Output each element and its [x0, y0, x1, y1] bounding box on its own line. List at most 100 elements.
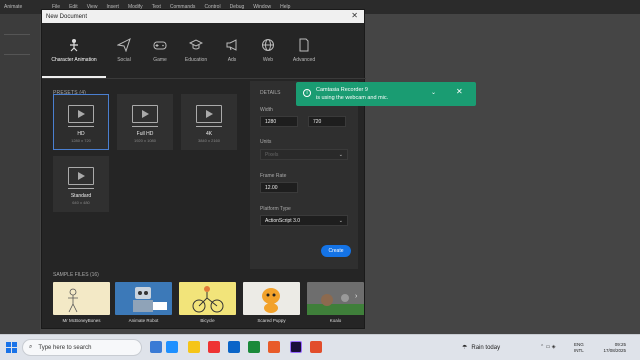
tab-label: Character Animation [51, 57, 97, 63]
tab-social[interactable]: Social [106, 30, 142, 78]
chevron-right-icon[interactable]: › [355, 293, 357, 300]
tab-education[interactable]: Education [178, 30, 214, 78]
create-button[interactable]: Create [321, 245, 351, 257]
character-icon [70, 39, 78, 52]
width-input[interactable]: 1280 [260, 116, 298, 127]
sample-file[interactable]: Koalo [307, 282, 364, 323]
app-toolbar [0, 14, 40, 334]
app-icon[interactable] [268, 341, 280, 353]
details-panel: DETAILS Width 1280 720 Units Pixels ⌄ Fr… [250, 81, 358, 269]
chevron-down-icon: ⌄ [338, 152, 343, 158]
taskbar: ⌕ Type here to search ☂ Rain today ⌃ ▭ ◈… [0, 334, 640, 360]
tab-label: Ads [227, 57, 237, 63]
clock[interactable]: 09:25 17/08/2025 [592, 342, 626, 354]
search-placeholder: Type here to search [38, 344, 92, 351]
chevron-down-icon[interactable]: ⌄ [431, 89, 436, 96]
preset-name: Standard [70, 193, 92, 199]
sample-file[interactable]: Animate Robot [115, 282, 172, 323]
sample-thumbnail [179, 282, 236, 315]
clock-date: 17/08/2025 [603, 348, 626, 353]
preset-dimensions: 640 x 480 [72, 200, 90, 205]
sample-files-heading: SAMPLE FILES (16) [53, 272, 99, 278]
units-value: Pixels [265, 151, 279, 158]
tab-label: Education [184, 57, 208, 63]
tab-label: Social [117, 57, 131, 63]
height-input[interactable]: 720 [308, 116, 346, 127]
app-name: Animate [4, 4, 23, 10]
weather-widget[interactable]: ☂ Rain today [462, 344, 501, 352]
timeline-icon [68, 187, 94, 189]
tab-character-animation[interactable]: Character Animation [42, 30, 106, 78]
timeline-icon [196, 125, 222, 127]
tab-label: Web [262, 57, 274, 63]
platform-type-select[interactable]: ActionScript 3.0 ⌄ [260, 215, 348, 226]
sample-file[interactable]: Bicycle [179, 282, 236, 323]
video-icon [196, 105, 222, 123]
preset-full-hd[interactable]: Full HD 1920 x 1080 [117, 94, 173, 150]
units-label: Units [260, 139, 272, 145]
sample-name: Animate Robot [128, 318, 159, 323]
frame-rate-input[interactable]: 12.00 [260, 182, 298, 193]
platform-type-label: Platform Type [260, 206, 291, 212]
store-icon[interactable] [208, 341, 220, 353]
close-icon[interactable]: ✕ [456, 88, 463, 96]
sample-name: Bicycle [200, 318, 215, 323]
lang-layout: INTL [574, 348, 584, 353]
paper-plane-icon [117, 38, 131, 52]
chevron-down-icon: ⌄ [338, 218, 343, 224]
preset-dimensions: 1920 x 1080 [133, 138, 157, 143]
sample-name: Scared Puppy [257, 318, 286, 323]
video-icon [132, 105, 158, 123]
preset-name: HD [77, 131, 85, 137]
task-view-icon[interactable] [150, 341, 162, 353]
new-document-dialog: New Document ✕ Character Animation Socia… [41, 9, 366, 329]
dialog-title: New Document [46, 13, 88, 20]
preset-hd[interactable]: HD 1280 x 720 [53, 94, 109, 150]
tab-web[interactable]: Web [250, 30, 286, 78]
sample-thumbnail [243, 282, 300, 315]
notification-toast: i Camtasia Recorder 9 is using the webca… [296, 82, 476, 106]
video-icon [68, 167, 94, 185]
gamepad-icon [153, 41, 167, 50]
preset-name: Full HD [136, 131, 154, 137]
info-icon: i [303, 89, 311, 97]
video-icon [68, 105, 94, 123]
sample-file[interactable]: Mr McBoneyBones [53, 282, 110, 323]
divider [42, 78, 366, 79]
units-select[interactable]: Pixels ⌄ [260, 149, 348, 160]
sample-name: Mr McBoneyBones [62, 318, 101, 323]
notification-title: Camtasia Recorder 9 [316, 87, 368, 93]
camtasia-icon[interactable] [248, 341, 260, 353]
category-tabs: Character Animation Social Game Educatio… [42, 30, 366, 78]
tab-advanced[interactable]: Advanced [286, 30, 322, 78]
edge-icon[interactable] [166, 341, 178, 353]
timeline-icon [132, 125, 158, 127]
rain-cloud-icon: ☂ [462, 345, 468, 351]
width-label: Width [260, 107, 273, 113]
close-icon[interactable]: ✕ [351, 12, 358, 20]
graduation-cap-icon [189, 39, 203, 50]
platform-value: ActionScript 3.0 [265, 217, 301, 224]
sample-thumbnail [115, 282, 172, 315]
tab-game[interactable]: Game [142, 30, 178, 78]
preset-standard[interactable]: Standard 640 x 480 [53, 156, 109, 212]
megaphone-icon [226, 39, 237, 51]
windows-start-icon[interactable] [6, 342, 17, 353]
sample-name: Koalo [329, 318, 342, 323]
file-explorer-icon[interactable] [188, 341, 200, 353]
recorder-icon[interactable] [310, 341, 322, 353]
mail-icon[interactable] [228, 341, 240, 353]
tab-ads[interactable]: Ads [214, 30, 250, 78]
document-icon [299, 38, 309, 52]
system-tray-icons[interactable]: ⌃ ▭ ◈ [540, 344, 556, 350]
language-indicator[interactable]: ENG INTL [574, 342, 584, 354]
weather-text: Rain today [471, 344, 501, 351]
animate-icon[interactable] [290, 341, 302, 353]
tab-label: Advanced [292, 57, 316, 63]
taskbar-search[interactable]: ⌕ Type here to search [22, 339, 142, 356]
preset-name: 4K [205, 131, 213, 137]
preset-4k[interactable]: 4K 3840 x 2160 [181, 94, 237, 150]
sample-thumbnail [53, 282, 110, 315]
sample-file[interactable]: Scared Puppy [243, 282, 300, 323]
notification-message: is using the webcam and mic. [316, 95, 389, 101]
